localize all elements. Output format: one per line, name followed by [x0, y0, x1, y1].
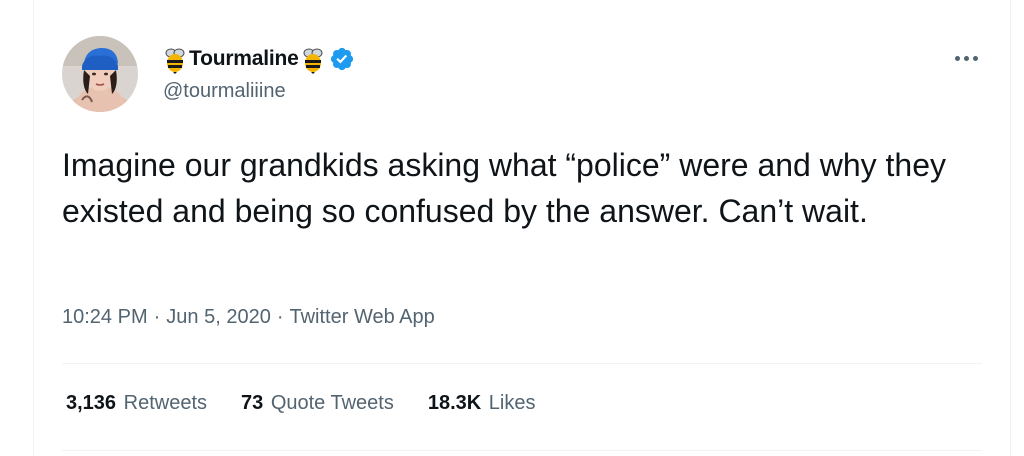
retweets-label: Retweets [123, 392, 207, 414]
likes-count: 18.3K [427, 392, 482, 414]
quote-tweets-stat[interactable]: 73 Quote Tweets [241, 392, 394, 415]
bee-icon [165, 48, 185, 74]
divider [62, 450, 982, 451]
verified-badge-icon[interactable] [329, 46, 355, 72]
timeline-border-left [33, 0, 34, 456]
bee-icon [303, 48, 323, 74]
author-handle[interactable]: @tourmaliiine [163, 80, 286, 103]
avatar-image [62, 36, 138, 112]
more-dot [972, 55, 978, 61]
tweet-source-link[interactable]: Twitter Web App [289, 306, 434, 329]
quote-tweets-label: Quote Tweets [270, 392, 394, 414]
meta-separator: · [276, 306, 284, 328]
tweet-card: Tourmaline @tourmaliiine Imagine our gra… [0, 0, 1024, 456]
tweet-time-link[interactable]: 10:24 PM [62, 306, 148, 329]
quote-tweets-count: 73 [241, 392, 264, 414]
author-display-name[interactable]: Tourmaline [189, 47, 299, 71]
more-options-icon[interactable] [946, 46, 986, 70]
more-dot [963, 55, 969, 61]
timeline-border-right [1010, 0, 1011, 456]
tweet-meta: 10:24 PM · Jun 5, 2020 · Twitter Web App [62, 306, 435, 329]
tweet-text: Imagine our grandkids asking what “polic… [62, 147, 955, 229]
divider [62, 363, 982, 364]
likes-stat[interactable]: 18.3K Likes [428, 392, 536, 415]
avatar[interactable] [62, 36, 138, 112]
likes-label: Likes [488, 392, 536, 414]
more-dot [954, 55, 960, 61]
meta-separator: · [153, 306, 161, 328]
retweets-stat[interactable]: 3,136 Retweets [66, 392, 207, 415]
author-name-row: Tourmaline [163, 44, 355, 74]
tweet-stats: 3,136 Retweets 73 Quote Tweets 18.3K Lik… [66, 392, 570, 415]
retweets-count: 3,136 [66, 392, 117, 414]
tweet-date-link[interactable]: Jun 5, 2020 [166, 306, 271, 329]
